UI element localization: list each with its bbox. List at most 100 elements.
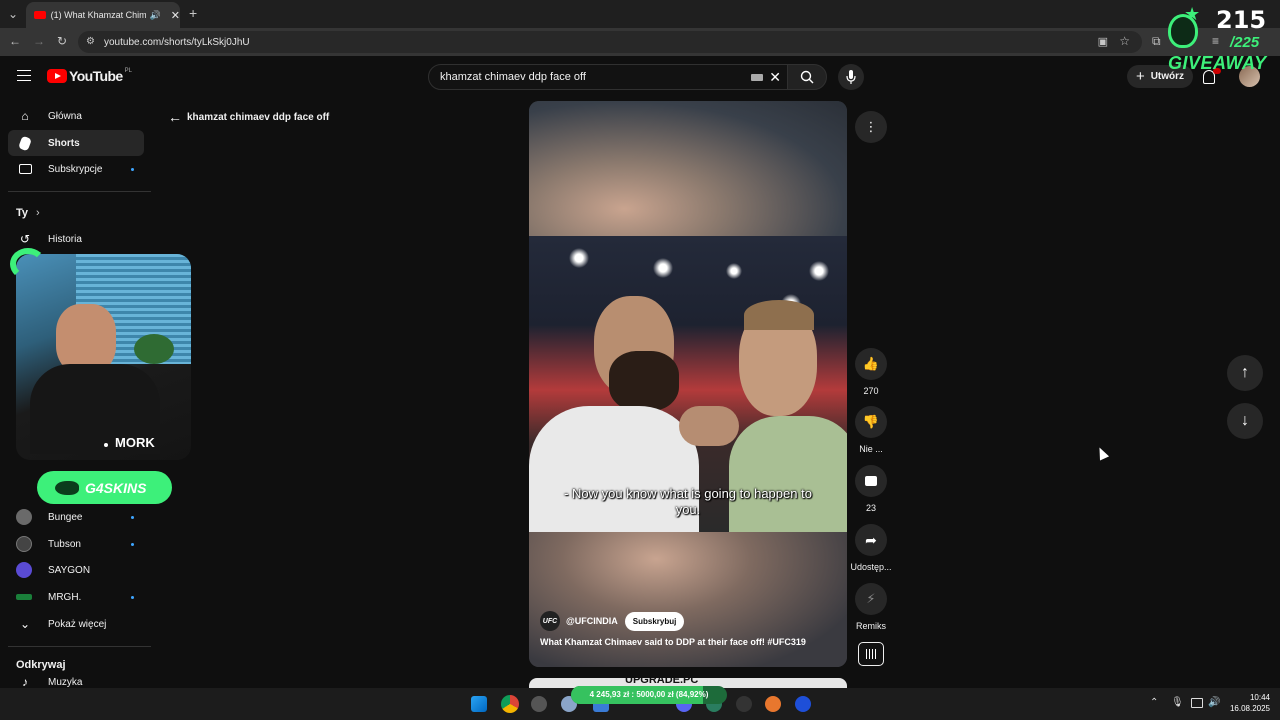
chevron-right-icon: ›: [36, 207, 40, 219]
url-field[interactable]: ⚙ youtube.com/shorts/tyLkSkj0JhU ▣ ☆: [78, 31, 1142, 53]
sidebar-item-home[interactable]: ⌂ Główna: [8, 103, 144, 129]
share-button[interactable]: ➦: [855, 524, 887, 556]
sidebar-channel-mrgh[interactable]: MRGH.: [8, 584, 144, 610]
back-arrow-icon[interactable]: ←: [9, 35, 21, 47]
windows-start-icon[interactable]: [471, 696, 487, 712]
comments-button[interactable]: [855, 465, 887, 497]
chevron-down-icon: ⌄: [19, 617, 31, 631]
clear-search-icon[interactable]: ✕: [769, 69, 781, 86]
sidebar-divider: [8, 191, 151, 192]
site-info-icon[interactable]: ⚙: [86, 36, 95, 47]
show-more-label: Pokaż więcej: [48, 618, 107, 630]
short-video-player[interactable]: - Now you know what is going to happen t…: [529, 101, 847, 667]
sidebar-item-subscriptions[interactable]: Subskrypcje: [8, 156, 144, 182]
app-icon-5[interactable]: [736, 696, 752, 712]
streamer-name: MORK: [115, 435, 155, 450]
giveaway-overlay: ★ 215 /225 GIVEAWAY: [1164, 4, 1280, 76]
tray-network-icon[interactable]: [1191, 698, 1203, 708]
voice-search-button[interactable]: [838, 64, 864, 90]
video-frame: - Now you know what is going to happen t…: [529, 236, 847, 536]
subscribe-button[interactable]: Subskrybuj: [624, 611, 685, 631]
reload-icon[interactable]: ↻: [57, 35, 67, 47]
next-short-title: UPGRADE.PC: [625, 678, 699, 686]
comments-action[interactable]: 23: [855, 465, 887, 513]
subscriptions-icon: [17, 161, 33, 177]
sidebar-channel-bungee[interactable]: Bungee: [8, 504, 144, 530]
chrome-icon[interactable]: [501, 695, 519, 713]
channel-avatar: [16, 509, 32, 525]
sidebar-item-label: Historia: [48, 233, 82, 245]
tab-close-icon[interactable]: ✕: [171, 9, 180, 22]
sidebar-item-label: Muzyka: [48, 676, 83, 688]
clock[interactable]: 10:44 16.08.2025: [1224, 692, 1270, 714]
channel-avatar-text: UFC: [542, 617, 558, 625]
search-icon: [800, 70, 814, 84]
video-subtitle: - Now you know what is going to happen t…: [564, 486, 812, 517]
giveaway-mascot-icon: [1168, 14, 1198, 48]
explore-header-label: Odkrywaj: [16, 659, 66, 671]
bookmark-star-icon[interactable]: ☆: [1119, 34, 1130, 48]
sponsor-label: G4SKINS: [85, 479, 147, 496]
forward-arrow-icon[interactable]: →: [33, 35, 45, 47]
webcam-frame-accent-icon: [10, 248, 46, 280]
like-button[interactable]: 👍: [855, 348, 887, 380]
search-input[interactable]: khamzat chimaev ddp face off ✕: [428, 64, 788, 90]
channel-name: SAYGON: [48, 564, 91, 576]
like-action[interactable]: 👍 270: [855, 348, 887, 396]
new-tab-icon[interactable]: +: [189, 6, 197, 20]
previous-short-button[interactable]: ↑: [1227, 355, 1263, 391]
search-button[interactable]: [787, 64, 827, 90]
home-icon: ⌂: [21, 109, 29, 123]
giveaway-label: GIVEAWAY: [1168, 53, 1267, 73]
next-short-button[interactable]: ↓: [1227, 403, 1263, 439]
tray-volume-icon[interactable]: 🔊: [1208, 697, 1220, 708]
comment-icon: [865, 476, 877, 486]
sidebar-channel-saygon[interactable]: SAYGON: [8, 557, 144, 583]
sidebar-you-header[interactable]: Ty ›: [8, 200, 144, 226]
browser-tab[interactable]: (1) What Khamzat Chimaev 🔊 ✕: [26, 2, 180, 28]
more-options-button[interactable]: ⋮: [855, 111, 887, 143]
share-action[interactable]: ➦ Udostęp...: [850, 524, 892, 572]
music-icon: ♪: [22, 676, 28, 688]
sidebar-item-label: Subskrypcje: [48, 163, 103, 175]
menu-hamburger-icon[interactable]: [17, 70, 31, 81]
dislike-button[interactable]: 👎: [855, 406, 887, 438]
remix-action[interactable]: ⚡ Remiks: [855, 583, 887, 631]
video-top-blur: [529, 101, 847, 236]
sidebar-show-more[interactable]: ⌄ Pokaż więcej: [8, 611, 144, 637]
streamer-name-dot: [104, 443, 108, 447]
channel-handle[interactable]: @UFCINDIA: [566, 616, 618, 626]
tab-search-icon[interactable]: ⌄: [8, 8, 18, 20]
clock-date: 16.08.2025: [1229, 704, 1270, 713]
extensions-icon[interactable]: ⧉: [1152, 35, 1161, 47]
keyboard-icon[interactable]: [751, 74, 763, 81]
youtube-logo[interactable]: YouTube PL: [47, 68, 132, 84]
remix-button[interactable]: ⚡: [855, 583, 887, 615]
logo-text: YouTube: [69, 68, 123, 84]
sidebar-item-music[interactable]: ♪ Muzyka: [8, 676, 144, 688]
back-arrow-icon[interactable]: ←: [168, 109, 182, 125]
channel-avatar: [16, 562, 32, 578]
history-icon: ↺: [19, 232, 31, 246]
app-icon-7[interactable]: [795, 696, 811, 712]
dislike-action[interactable]: 👎 Nie ...: [855, 406, 887, 454]
tray-chevron-icon[interactable]: ⌃: [1150, 697, 1158, 708]
short-description: What Khamzat Chimaev said to DDP at thei…: [540, 637, 806, 647]
install-app-icon[interactable]: ▣: [1098, 35, 1108, 48]
sidebar-channel-tubson[interactable]: Tubson: [8, 531, 144, 557]
giveaway-count: 215: [1216, 6, 1267, 34]
channel-avatar[interactable]: UFC: [540, 611, 560, 631]
you-header-label: Ty: [16, 207, 29, 219]
region-code: PL: [124, 68, 132, 74]
tab-title: (1) What Khamzat Chimaev: [50, 10, 146, 20]
app-icon-6[interactable]: [765, 696, 781, 712]
sound-button[interactable]: [858, 642, 884, 666]
sponsor-badge[interactable]: G4SKINS: [37, 471, 172, 504]
more-vert-icon: ⋮: [864, 119, 878, 134]
tray-microphone-icon[interactable]: 🎙: [1171, 697, 1184, 708]
thumbs-up-icon: 👍: [862, 356, 880, 371]
app-icon-1[interactable]: [531, 696, 547, 712]
sidebar-item-shorts[interactable]: Shorts: [8, 130, 144, 156]
audio-playing-icon[interactable]: 🔊: [150, 10, 161, 21]
microphone-icon: [846, 70, 856, 84]
